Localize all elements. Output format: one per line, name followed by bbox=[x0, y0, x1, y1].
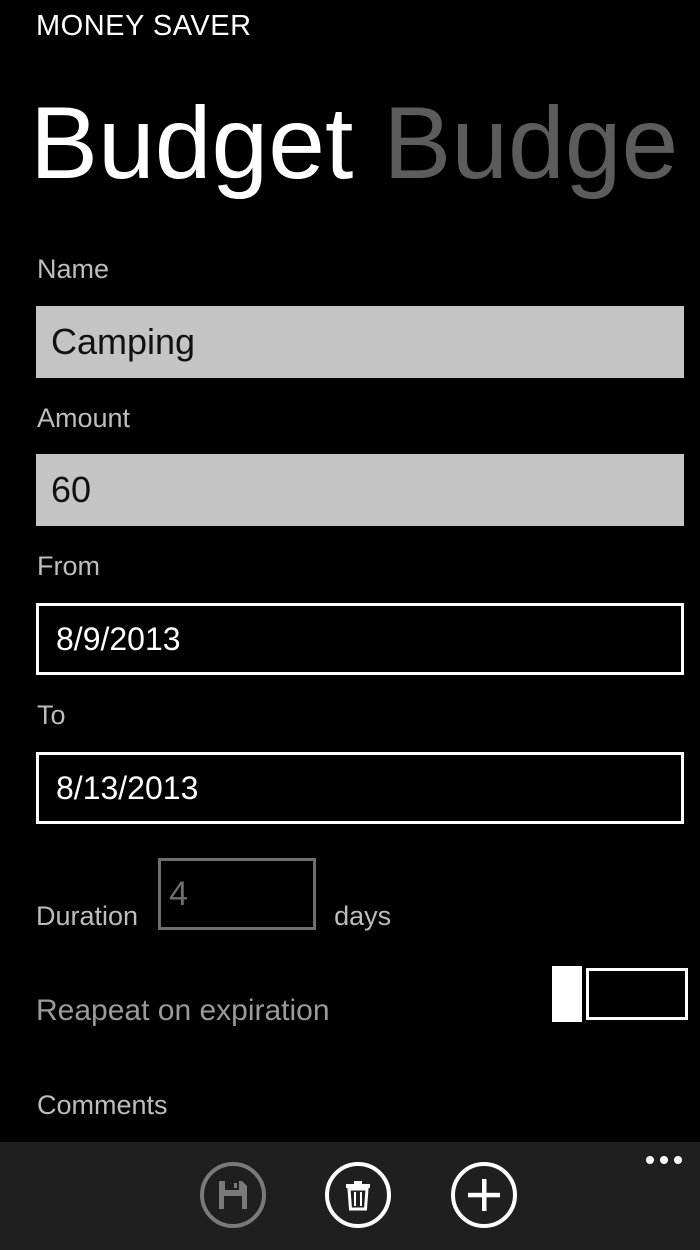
pivot-item-next[interactable]: Budge bbox=[383, 86, 678, 200]
duration-field: 4 bbox=[158, 858, 317, 930]
save-icon bbox=[219, 1181, 247, 1209]
more-dots-icon[interactable] bbox=[646, 1156, 682, 1164]
from-date-picker[interactable]: 8/9/2013 bbox=[36, 603, 684, 675]
save-button[interactable] bbox=[200, 1162, 266, 1228]
to-date-picker[interactable]: 8/13/2013 bbox=[36, 752, 684, 824]
delete-icon bbox=[346, 1181, 370, 1211]
app-title: MONEY SAVER bbox=[36, 10, 252, 42]
amount-field[interactable]: 60 bbox=[36, 454, 684, 526]
duration-row: Duration 4 days bbox=[36, 858, 391, 932]
duration-label: Duration bbox=[36, 901, 139, 931]
pivot-item-budget[interactable]: Budget bbox=[30, 86, 353, 200]
add-icon bbox=[468, 1179, 500, 1211]
name-label: Name bbox=[37, 254, 110, 284]
name-field[interactable]: Camping bbox=[36, 306, 684, 378]
pivot-header: Budget Budge bbox=[30, 82, 700, 204]
from-label: From bbox=[37, 551, 100, 581]
repeat-toggle[interactable] bbox=[552, 966, 688, 1022]
application-bar bbox=[0, 1142, 700, 1250]
comments-label: Comments bbox=[37, 1090, 168, 1120]
to-label: To bbox=[37, 700, 66, 730]
toggle-thumb[interactable] bbox=[552, 966, 582, 1022]
delete-button[interactable] bbox=[325, 1162, 391, 1228]
add-button[interactable] bbox=[451, 1162, 517, 1228]
duration-unit-label: days bbox=[334, 901, 392, 931]
repeat-label: Reapeat on expiration bbox=[36, 994, 330, 1027]
toggle-track bbox=[586, 968, 688, 1020]
amount-label: Amount bbox=[37, 403, 131, 433]
